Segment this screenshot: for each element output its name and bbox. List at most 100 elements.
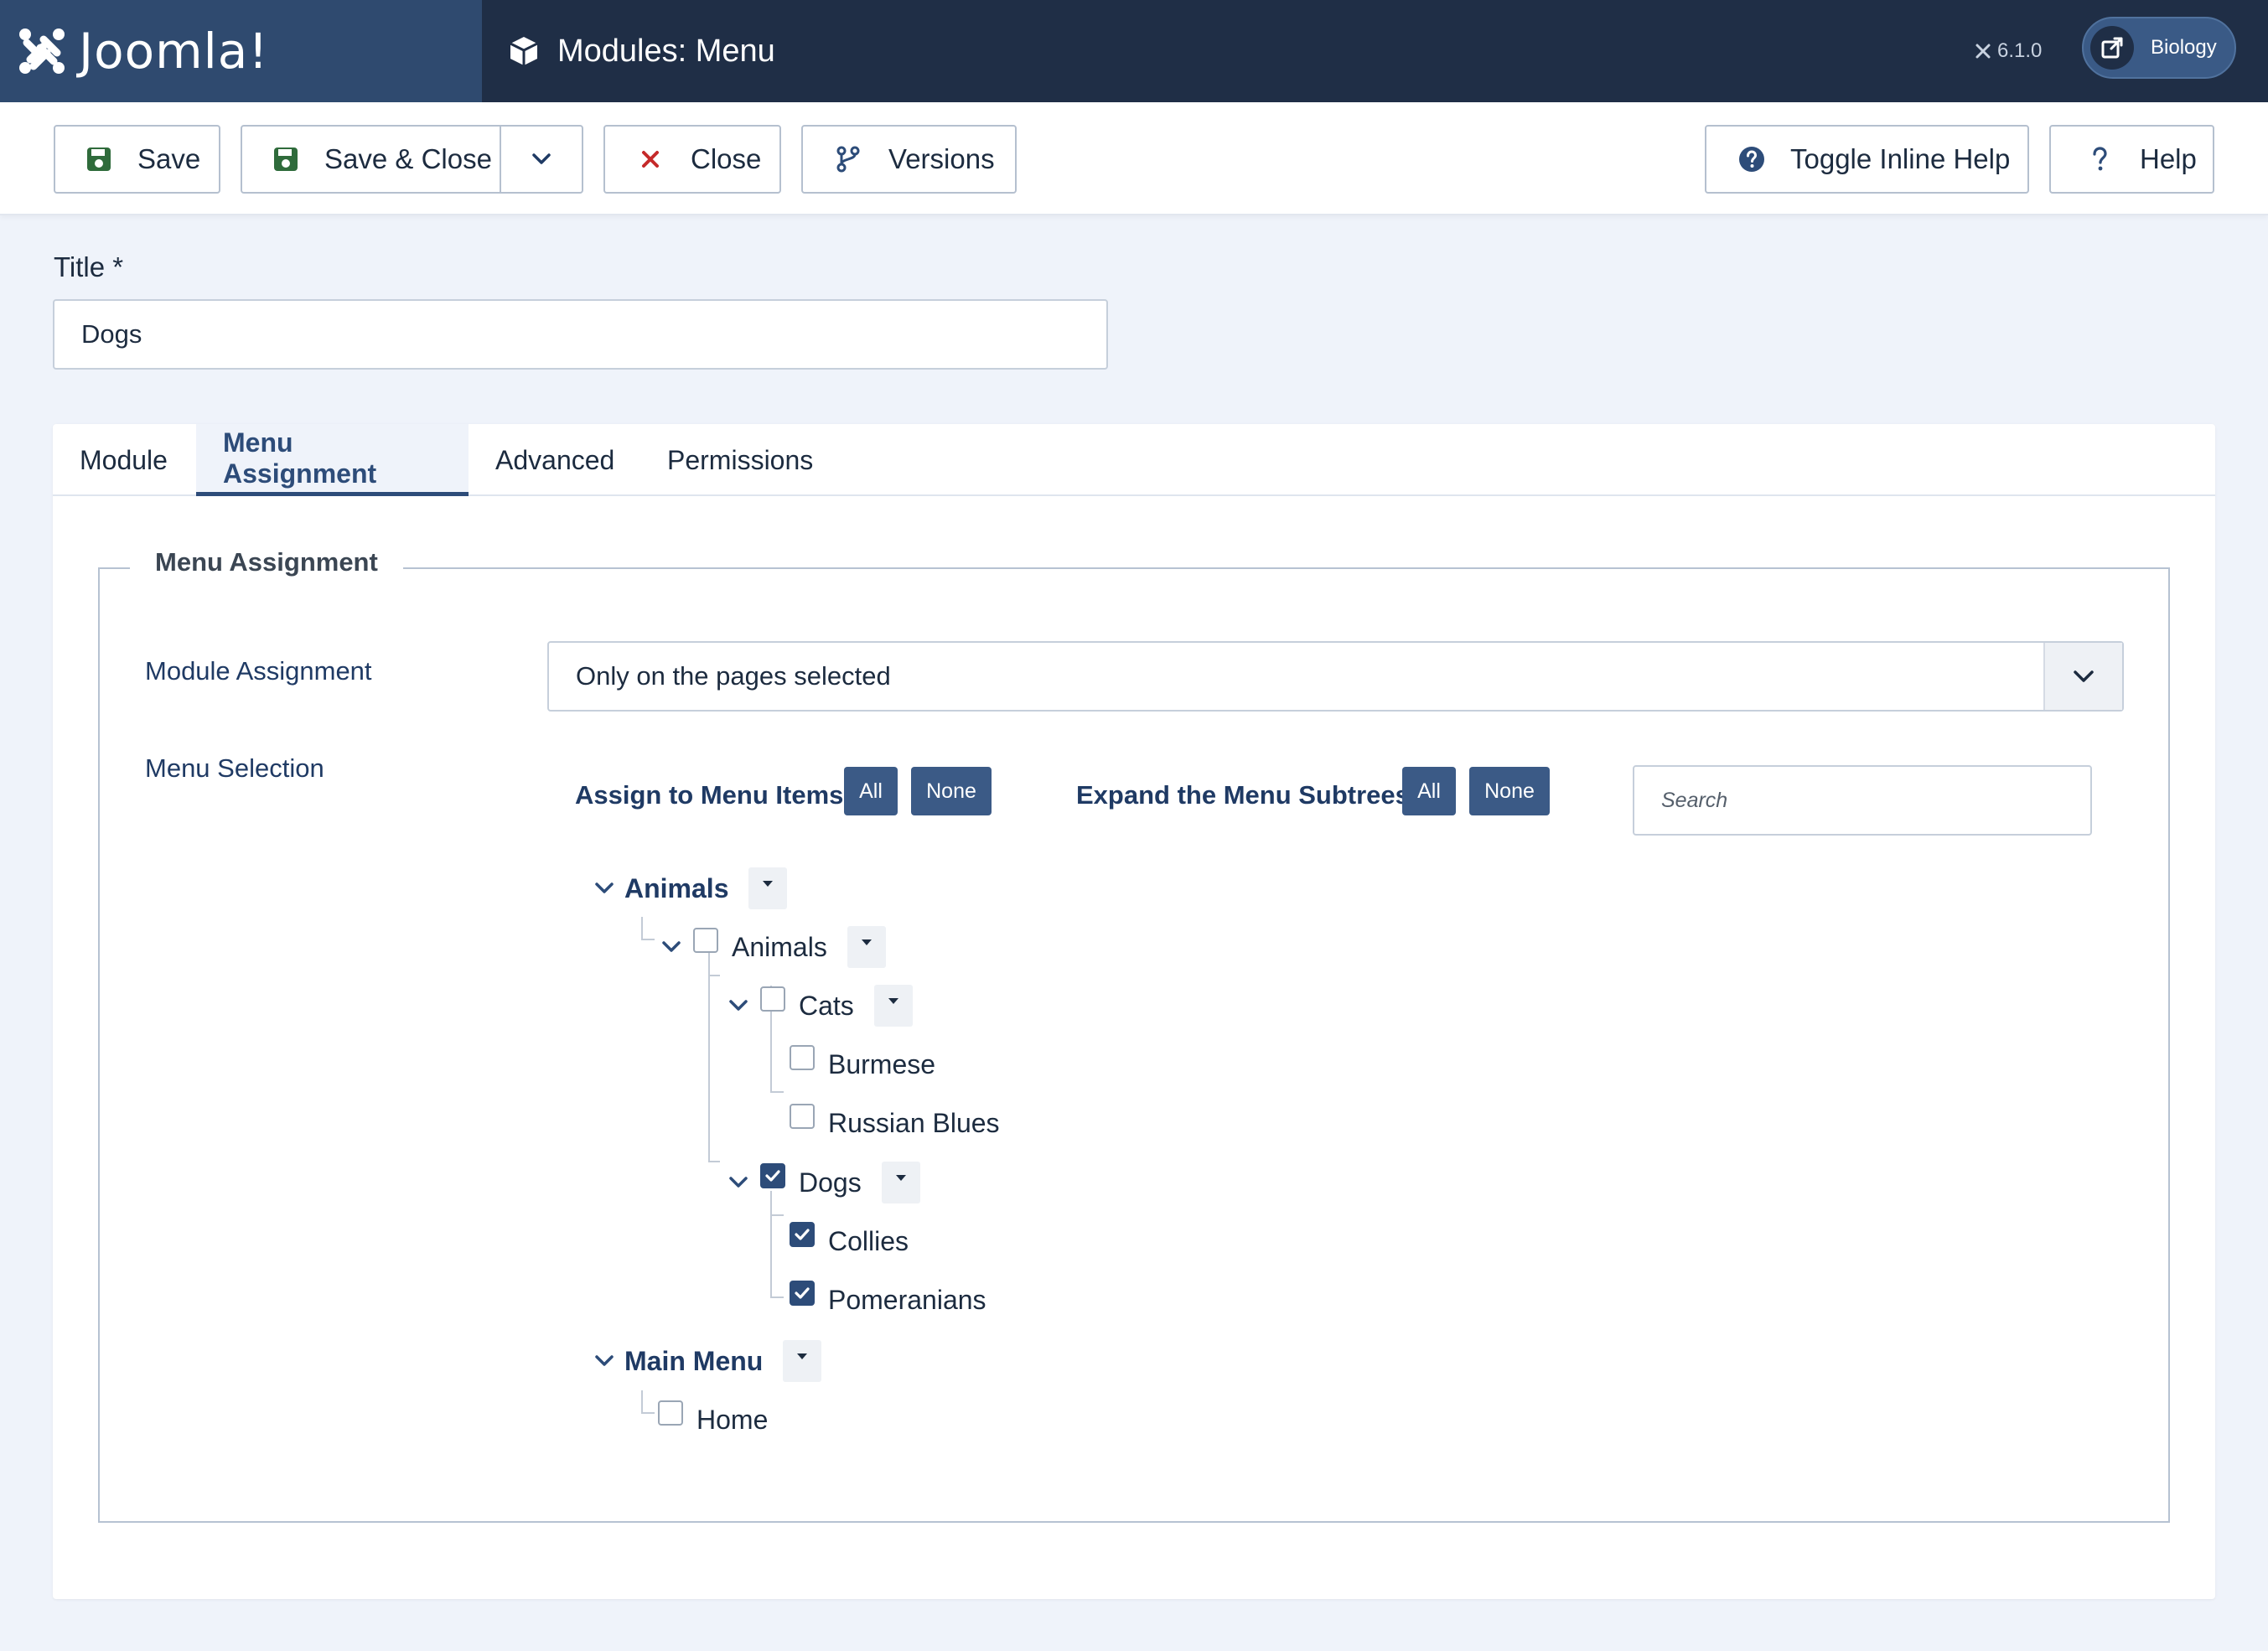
chevron-down-icon[interactable] <box>589 1346 619 1376</box>
tab-bar: Module Menu Assignment Advanced Permissi… <box>53 424 2215 496</box>
tree-line <box>641 1390 655 1414</box>
chevron-down-icon[interactable] <box>723 1167 753 1198</box>
cube-icon <box>510 37 538 65</box>
expand-all-button[interactable]: All <box>1402 767 1456 815</box>
chevron-down-icon[interactable] <box>656 932 686 962</box>
tree-line <box>770 1214 784 1216</box>
title-input[interactable] <box>53 299 1108 370</box>
save-close-button[interactable]: Save & Close <box>241 125 583 194</box>
versions-button[interactable]: Versions <box>801 125 1017 194</box>
tree-item-burmese: Burmese <box>790 1043 935 1085</box>
checkbox[interactable] <box>658 1400 683 1426</box>
module-edit-card: Module Menu Assignment Advanced Permissi… <box>53 424 2215 1599</box>
version-text: 6.1.0 <box>1997 39 2043 62</box>
tree-menu-animals: Animals <box>589 867 788 909</box>
tree-item-collies: Collies <box>790 1220 909 1262</box>
tree-item-russian-blues: Russian Blues <box>790 1102 1000 1144</box>
close-icon <box>635 144 665 174</box>
chevron-down-icon <box>2074 670 2094 682</box>
save-close-label: Save & Close <box>324 143 492 174</box>
tree-line <box>770 1286 784 1298</box>
joomla-logo[interactable]: Joomla! <box>0 0 482 102</box>
view-site-button[interactable]: Biology <box>2082 17 2236 79</box>
tree-label: Animals <box>624 872 729 903</box>
save-dropdown-toggle[interactable] <box>500 127 582 192</box>
page-title: Modules: Menu <box>507 0 775 102</box>
tab-module[interactable]: Module <box>53 424 194 496</box>
tree-item-dogs: Dogs <box>723 1162 920 1203</box>
check-icon <box>795 1287 810 1299</box>
check-icon <box>795 1229 810 1240</box>
caret-down-icon[interactable] <box>873 985 913 1027</box>
assign-all-button[interactable]: All <box>844 767 898 815</box>
menu-selection-label: Menu Selection <box>145 753 324 783</box>
tree-label: Main Menu <box>624 1345 764 1376</box>
joomla-logo-icon <box>19 28 65 74</box>
save-button[interactable]: Save <box>54 125 220 194</box>
select-arrow <box>2043 643 2122 710</box>
module-assignment-label: Module Assignment <box>145 656 372 686</box>
close-button[interactable]: Close <box>603 125 781 194</box>
tree-label: Dogs <box>799 1167 862 1198</box>
module-assignment-value: Only on the pages selected <box>576 661 891 691</box>
caret-down-icon[interactable] <box>881 1162 920 1203</box>
caret-down-icon[interactable] <box>847 926 886 968</box>
caret-down-icon[interactable] <box>748 867 788 909</box>
admin-header: Joomla! Modules: Menu 6.1.0 Biology <box>0 0 2268 102</box>
site-name: Biology <box>2151 36 2217 59</box>
toggle-inline-help-label: Toggle Inline Help <box>1790 143 2011 174</box>
checkbox-checked[interactable] <box>790 1281 815 1306</box>
assign-to-menu-items-label: Assign to Menu Items <box>575 780 844 810</box>
checkbox[interactable] <box>760 986 785 1012</box>
chevron-down-icon <box>532 153 551 164</box>
tree-item-home: Home <box>658 1399 768 1441</box>
tree-line <box>770 1191 784 1298</box>
checkbox[interactable] <box>693 928 718 953</box>
toggle-inline-help-button[interactable]: Toggle Inline Help <box>1705 125 2029 194</box>
save-icon <box>271 144 301 174</box>
tree-menu-main-menu: Main Menu <box>589 1340 822 1382</box>
tree-label: Burmese <box>828 1048 936 1079</box>
tree-search-input[interactable] <box>1633 765 2092 836</box>
checkbox-checked[interactable] <box>790 1222 815 1247</box>
chevron-down-icon[interactable] <box>723 991 753 1021</box>
code-branch-icon <box>833 144 863 174</box>
tree-label: Pomeranians <box>828 1284 986 1315</box>
tree-item-cats: Cats <box>723 985 913 1027</box>
check-icon <box>765 1170 780 1182</box>
fieldset-legend: Menu Assignment <box>130 547 403 577</box>
tab-advanced[interactable]: Advanced <box>469 424 641 496</box>
help-label: Help <box>2140 143 2197 174</box>
menu-assignment-fieldset: Menu Assignment Module Assignment Only o… <box>98 547 2170 1523</box>
external-link-icon <box>2090 26 2134 70</box>
assign-none-button[interactable]: None <box>911 767 992 815</box>
help-button[interactable]: Help <box>2049 125 2214 194</box>
question-circle-icon <box>1737 144 1767 174</box>
chevron-down-icon[interactable] <box>589 873 619 903</box>
tree-label: Russian Blues <box>828 1107 1000 1138</box>
tab-permissions[interactable]: Permissions <box>640 424 840 496</box>
expand-none-button[interactable]: None <box>1469 767 1550 815</box>
toolbar: Save Save & Close Close Versions Toggle … <box>0 102 2268 215</box>
tree-item-animals: Animals <box>656 926 886 968</box>
tree-label: Collies <box>828 1225 909 1256</box>
checkbox[interactable] <box>790 1104 815 1129</box>
tree-line <box>708 1151 720 1162</box>
question-icon <box>2084 144 2115 174</box>
save-icon <box>84 144 114 174</box>
tab-menu-assignment[interactable]: Menu Assignment <box>196 424 469 496</box>
tree-label: Home <box>696 1404 769 1435</box>
caret-down-icon[interactable] <box>783 1340 822 1382</box>
page-title-text: Modules: Menu <box>557 33 775 69</box>
tree-line <box>641 917 655 940</box>
tree-label: Cats <box>799 990 854 1021</box>
tree-item-pomeranians: Pomeranians <box>790 1279 986 1321</box>
checkbox[interactable] <box>790 1045 815 1070</box>
title-label: Title * <box>54 251 124 282</box>
module-assignment-select[interactable]: Only on the pages selected <box>547 641 2124 712</box>
expand-subtrees-label: Expand the Menu Subtrees <box>1076 780 1410 810</box>
checkbox-checked[interactable] <box>760 1163 785 1188</box>
save-label: Save <box>137 143 201 174</box>
joomla-small-icon <box>1975 44 1991 59</box>
tree-line <box>708 951 720 1162</box>
